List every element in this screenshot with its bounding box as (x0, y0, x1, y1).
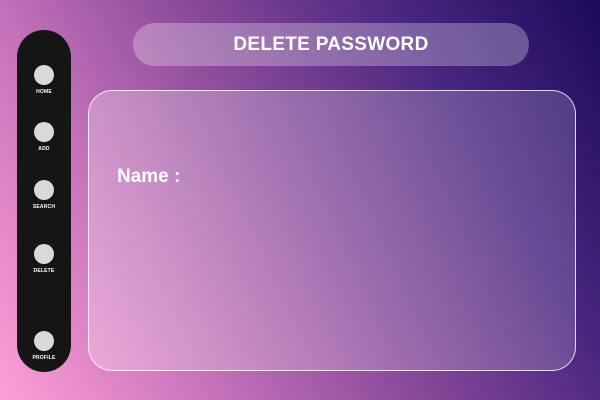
sidebar-item-label: ADD (38, 146, 50, 152)
search-icon (34, 180, 54, 200)
sidebar-item-add[interactable]: ADD (17, 122, 71, 152)
delete-password-card: Name : (88, 90, 576, 371)
page-title-bar: DELETE PASSWORD (133, 23, 529, 66)
sidebar-item-profile[interactable]: PROFILE (17, 331, 71, 361)
sidebar-item-label: HOME (36, 89, 52, 95)
home-icon (34, 65, 54, 85)
sidebar-item-delete[interactable]: DELETE (17, 244, 71, 274)
page-title: DELETE PASSWORD (233, 33, 429, 55)
name-field-label: Name : (117, 166, 181, 187)
sidebar-item-search[interactable]: SEARCH (17, 180, 71, 210)
sidebar-item-label: PROFILE (32, 355, 56, 361)
sidebar-item-label: DELETE (33, 268, 55, 274)
sidebar-item-home[interactable]: HOME (17, 65, 71, 95)
sidebar-nav: HOME ADD SEARCH DELETE PROFILE (17, 30, 71, 372)
add-icon (34, 122, 54, 142)
profile-icon (34, 331, 54, 351)
delete-icon (34, 244, 54, 264)
sidebar-item-label: SEARCH (32, 204, 56, 210)
